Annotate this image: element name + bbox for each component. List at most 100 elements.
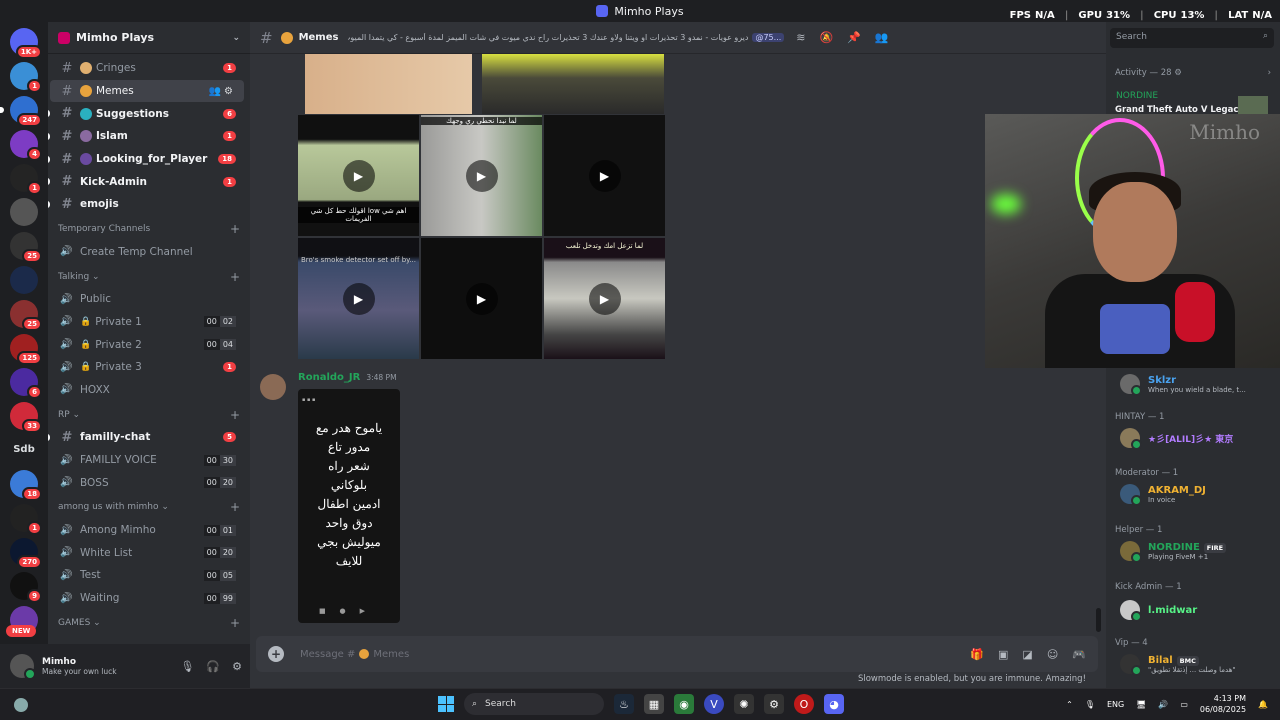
attach-plus-icon[interactable]: + [268, 646, 284, 662]
play-icon[interactable]: ▶ [465, 282, 498, 315]
server-icon[interactable]: 1 [10, 164, 42, 195]
voice-channel-private-3[interactable]: 🔊 🔒 Private 31 [50, 356, 244, 379]
gear-icon[interactable]: ⚙ [232, 660, 242, 673]
channel-settings-icon[interactable]: 👥⚙ [209, 86, 236, 97]
gif-icon[interactable]: ▣ [998, 648, 1008, 661]
add-channel-icon[interactable]: + [230, 500, 240, 514]
voice-channel-waiting[interactable]: 🔊 Waiting 00 99 [50, 587, 244, 610]
channel-topic[interactable]: ديرو عويات - نمدو 3 تحذيرات او ويتنا ولا… [348, 33, 748, 42]
voice-channel-hoxx[interactable]: 🔊 HOXX [50, 379, 244, 402]
voice-channel-among-mimho[interactable]: 🔊 Among Mimho 00 01 [50, 519, 244, 542]
headphones-icon[interactable]: 🎧 [206, 660, 220, 673]
video-tile[interactable]: ▶ [544, 115, 665, 236]
server-icon[interactable]: 25 [10, 300, 42, 331]
volume-icon[interactable]: 🔊 [1158, 700, 1168, 709]
search-icon[interactable]: ⌕ [1263, 31, 1268, 41]
channel-suggestions[interactable]: # Suggestions 6 [48, 102, 244, 125]
voice-channel-private-1[interactable]: 🔊 🔒 Private 1 00 02 [50, 311, 244, 334]
member-item[interactable]: Sklzr When you wield a blade, t... [1120, 374, 1278, 396]
add-channel-icon[interactable]: + [230, 616, 240, 630]
play-icon[interactable]: ▶ [342, 159, 375, 192]
play-icon[interactable]: ▶ [588, 282, 621, 315]
microphone-icon[interactable]: 🎙 [180, 660, 194, 673]
search-input[interactable]: Search ⌕ [1110, 28, 1274, 48]
discord-icon[interactable]: ◕ [824, 694, 844, 714]
voice-channel-public[interactable]: 🔊 Public [50, 288, 244, 311]
activity-user[interactable]: NORDINE [1116, 91, 1158, 101]
pin-icon[interactable]: 📌 [847, 31, 861, 44]
new-badge[interactable]: NEW [6, 625, 37, 637]
scrollbar[interactable] [1096, 608, 1101, 632]
voice-channel-familly-voice[interactable]: 🔊 FAMILLY VOICE 00 30 [50, 449, 244, 472]
voice-channel-test[interactable]: 🔊 Test 00 05 [50, 564, 244, 587]
member-item[interactable]: NORDINE FIRE Playing FiveM +1 [1120, 541, 1278, 563]
play-icon[interactable]: ▶ [465, 159, 498, 192]
language-indicator[interactable]: ENG [1107, 700, 1124, 709]
chrome-icon[interactable]: ◉ [674, 694, 694, 714]
guild-header[interactable]: Mimho Plays ⌄ [48, 22, 250, 54]
channel-familly-chat[interactable]: # familly-chat 5 [48, 426, 244, 449]
member-item[interactable]: l.midwar [1120, 600, 1278, 622]
voice-channel-private-2[interactable]: 🔊 🔒 Private 2 00 04 [50, 333, 244, 356]
clock[interactable]: 4:13 PM 06/08/2025 [1200, 693, 1246, 715]
server-icon[interactable]: 6 [10, 368, 42, 399]
notification-icon[interactable]: 🔔 [1258, 700, 1268, 709]
server-icon[interactable]: 125 [10, 334, 42, 365]
video-tile[interactable]: ▶ اقولك حط كل شي low اهم شي الفريمات [298, 115, 419, 236]
vpn-icon[interactable]: V [704, 694, 724, 714]
activity-header[interactable]: Activity — 28 ⚙ › [1115, 68, 1271, 78]
battery-icon[interactable]: ▭ [1180, 700, 1188, 709]
message-author[interactable]: Ronaldo_JR 3:48 PM [298, 372, 397, 383]
channel-islam[interactable]: # Islam 1 [48, 125, 244, 148]
taskbar-search[interactable]: ⌕ Search [464, 693, 604, 715]
media-tile[interactable] [305, 54, 472, 114]
video-tile[interactable]: لما نبدا نحطي ري وجهك ▶ [421, 115, 542, 236]
video-tile[interactable]: لما تزعل امك وتدخل تلعب ▶ [544, 238, 665, 359]
app-icon[interactable]: ▦ [644, 694, 664, 714]
member-item[interactable]: ★彡[ALIL]彡★ 東京 [1120, 428, 1278, 450]
channel-cringes[interactable]: # Cringes 1 [50, 57, 244, 80]
category-games[interactable]: GAMES ⌄ + [48, 612, 250, 635]
chevron-down-icon[interactable]: ⌄ [232, 33, 240, 43]
chevron-up-icon[interactable]: ⌃ [1066, 700, 1073, 709]
emoji-icon[interactable]: ☺ [1047, 648, 1058, 661]
server-icon[interactable]: Sdb [10, 436, 38, 464]
mute-bell-icon[interactable]: 🔕 [820, 31, 834, 44]
chevron-right-icon[interactable]: › [1268, 68, 1271, 78]
avatar[interactable] [10, 654, 36, 680]
message-image[interactable]: ▪ ▪ ▪ ياموح هدر مع مدور تاع شعر راه بلوك… [298, 389, 400, 623]
gift-icon[interactable]: 🎁 [970, 648, 984, 661]
chatgpt-icon[interactable]: ✺ [734, 694, 754, 714]
home-button[interactable]: 1K+ [10, 28, 42, 59]
channel-memes[interactable]: # Memes 👥⚙ [50, 79, 244, 103]
voice-channel-boss[interactable]: 🔊 BOSS 00 20 [50, 471, 244, 494]
server-icon[interactable]: 9 [10, 572, 42, 603]
category-rp[interactable]: RP ⌄ + [48, 403, 250, 426]
server-icon[interactable]: 18 [10, 470, 42, 501]
member-list-icon[interactable]: 👥 [875, 31, 889, 44]
server-icon[interactable]: 25 [10, 232, 42, 263]
threads-icon[interactable]: ≋ [796, 31, 805, 44]
category-among-us[interactable]: among us with mimho ⌄ + [48, 496, 250, 519]
server-icon[interactable] [10, 266, 38, 294]
server-icon[interactable]: 33 [10, 402, 42, 433]
activities-icon[interactable]: 🎮 [1072, 648, 1086, 661]
channel-create-temp[interactable]: 🔊 Create Temp Channel [50, 241, 244, 264]
video-tile[interactable]: Bro's smoke detector set off by... ▶ [298, 238, 419, 359]
server-icon[interactable] [10, 198, 38, 226]
channel-looking-for-player[interactable]: # Looking_for_Player 18 [48, 148, 244, 171]
microphone-icon[interactable]: 🎙 [1085, 700, 1095, 709]
server-icon[interactable]: 1 [10, 62, 42, 93]
channel-emojis[interactable]: # emojis [48, 193, 244, 216]
widgets-icon[interactable] [14, 698, 28, 712]
video-tile[interactable]: ▶ [421, 238, 542, 359]
steam-icon[interactable]: ♨ [614, 694, 634, 714]
server-icon[interactable]: 270 [10, 538, 42, 569]
sticker-icon[interactable]: ◪ [1022, 648, 1032, 661]
category-temporary[interactable]: Temporary Channels + [48, 218, 250, 241]
server-icon[interactable]: 4 [10, 130, 42, 161]
opera-icon[interactable]: O [794, 694, 814, 714]
topic-mention[interactable]: @75... [752, 33, 785, 42]
server-icon[interactable]: 1 [10, 504, 42, 535]
play-icon[interactable]: ▶ [342, 282, 375, 315]
